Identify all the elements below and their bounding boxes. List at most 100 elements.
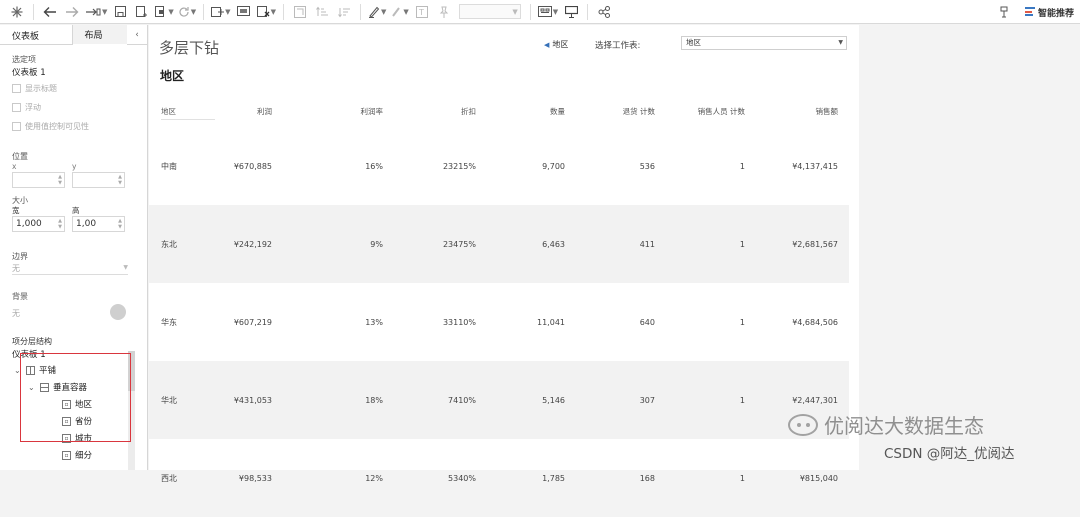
toolbar: ▼ ▼ ▼ ▼ ▼ ▼ ▼ T ▼ ▼ 智能推荐 <box>0 0 1080 24</box>
column-header[interactable]: 退货 计数 <box>623 106 655 117</box>
table-cell: ¥431,053 <box>233 395 272 405</box>
background-dropdown[interactable]: 无 <box>12 308 104 320</box>
presentation-mode-icon[interactable] <box>562 1 580 23</box>
labels-icon[interactable]: T <box>413 1 431 23</box>
sheet-title: 地区 <box>160 69 185 83</box>
checkbox-box[interactable] <box>12 122 21 131</box>
background-color-swatch[interactable] <box>110 304 126 320</box>
border-value: 无 <box>12 264 20 273</box>
table-cell: 12% <box>365 473 383 483</box>
watermark: 优阅达大数据生态 <box>788 410 984 439</box>
tab-layout[interactable]: 布局 <box>72 25 128 45</box>
wechat-logo-icon <box>788 413 818 436</box>
toolbar-divider <box>359 3 361 20</box>
checkbox-label: 显示标题 <box>25 84 57 93</box>
table-row[interactable]: 中南 ¥670,885 16% 23215% 9,700 536 1 ¥4,137,415 <box>149 127 849 205</box>
column-header[interactable]: 折扣 <box>461 106 476 117</box>
height-stepper[interactable]: 1,00 ▲ ▼ <box>72 216 125 232</box>
table-row[interactable]: 东北 ¥242,192 9% 23475% 6,463 411 1 ¥2,681,567 <box>149 205 849 283</box>
column-header[interactable]: 地区 <box>161 106 176 117</box>
sort-ascending-icon[interactable] <box>313 1 331 23</box>
present-icon[interactable] <box>235 1 253 23</box>
table-cell: ¥815,040 <box>799 473 838 483</box>
floating-checkbox[interactable]: 浮动 <box>12 102 41 113</box>
undo-icon[interactable] <box>41 1 59 23</box>
clear-sheet-icon[interactable]: ▼ <box>256 1 276 23</box>
new-sheet-icon[interactable] <box>133 1 151 23</box>
y-label: y <box>72 162 77 171</box>
drill-back-button[interactable]: ◀ 地区 <box>544 39 568 50</box>
table-row[interactable]: 西北 ¥98,533 12% 5340% 1,785 168 1 ¥815,040 <box>149 439 849 517</box>
show-title-checkbox[interactable]: 显示标题 <box>12 83 57 94</box>
new-worksheet-icon[interactable]: ▼ <box>211 1 231 23</box>
sort-descending-icon[interactable] <box>335 1 353 23</box>
checkbox-label: 浮动 <box>25 103 41 112</box>
column-header[interactable]: 销售额 <box>816 106 839 117</box>
stepper-arrows-icon[interactable]: ▲ ▼ <box>118 174 122 186</box>
control-visibility-checkbox[interactable]: 使用值控制可见性 <box>12 121 89 132</box>
group-icon[interactable]: ▼ <box>390 1 409 23</box>
save-icon[interactable] <box>111 1 129 23</box>
table-cell[interactable]: 西北 <box>161 473 177 484</box>
table-cell: ¥242,192 <box>233 239 272 249</box>
width-label: 宽 <box>12 206 20 215</box>
stepper-arrows-icon[interactable]: ▲ ▼ <box>58 174 62 186</box>
redo-icon[interactable] <box>63 1 81 23</box>
width-stepper[interactable]: 1,000 ▲ ▼ <box>12 216 65 232</box>
table-cell: 1 <box>739 317 745 327</box>
share-icon[interactable] <box>595 1 613 23</box>
toolbar-divider <box>33 3 34 20</box>
checkbox-box[interactable] <box>12 84 21 93</box>
table-cell: ¥670,885 <box>233 161 272 171</box>
chevron-down-icon: ▼ <box>512 7 518 16</box>
selected-item-value: 仪表板 1 <box>12 68 46 78</box>
pin-icon[interactable] <box>435 1 453 23</box>
table-cell: 1,785 <box>542 473 565 483</box>
checkbox-box[interactable] <box>12 103 21 112</box>
duplicate-sheet-icon[interactable]: ▼ <box>155 1 174 23</box>
height-value: 1,00 <box>76 219 97 229</box>
table-cell: 23215% <box>442 161 476 171</box>
x-stepper[interactable]: ▲ ▼ <box>12 172 65 188</box>
stepper-arrows-icon[interactable]: ▲ ▼ <box>58 218 62 230</box>
table-cell: ¥4,684,506 <box>792 317 838 327</box>
highlighter-icon[interactable] <box>995 1 1013 23</box>
table-cell[interactable]: 华东 <box>161 317 177 328</box>
column-header[interactable]: 利润 <box>257 106 272 117</box>
swap-axes-icon[interactable] <box>291 1 309 23</box>
show-me-label: 智能推荐 <box>1037 8 1074 19</box>
tableau-logo-icon[interactable] <box>8 1 26 23</box>
table-cell: 9% <box>370 239 383 249</box>
worksheet-icon: ▫ <box>62 450 71 460</box>
fit-select[interactable]: ▼ <box>458 4 521 19</box>
table-cell: 18% <box>365 395 383 405</box>
column-header[interactable]: 数量 <box>550 106 565 117</box>
table-cell[interactable]: 华北 <box>161 395 177 406</box>
table-cell: 1 <box>739 395 745 405</box>
column-header[interactable]: 利润率 <box>361 106 384 117</box>
y-stepper[interactable]: ▲ ▼ <box>72 172 125 188</box>
csdn-watermark: CSDN @阿达_优阅达 <box>884 446 1015 462</box>
worksheet-select[interactable]: 地区 ▼ <box>681 36 847 50</box>
stepper-arrows-icon[interactable]: ▲ ▼ <box>118 218 122 230</box>
collapse-panel-icon[interactable]: ‹ <box>127 25 147 44</box>
chevron-down-icon: ▼ <box>123 264 128 271</box>
show-cards-icon[interactable]: ▼ <box>537 1 558 23</box>
table-cell[interactable]: 东北 <box>161 239 177 250</box>
show-me-button[interactable]: 智能推荐 <box>1024 6 1074 19</box>
back-triangle-icon: ◀ <box>544 40 550 49</box>
table-cell: 307 <box>639 395 655 405</box>
tree-item-sheet[interactable]: ▫ 细分 <box>62 449 92 461</box>
checkbox-label: 使用值控制可见性 <box>25 122 89 131</box>
table-cell: 16% <box>365 161 383 171</box>
border-dropdown[interactable]: 无 ▼ <box>12 263 128 275</box>
highlight-icon[interactable]: ▼ <box>368 1 386 23</box>
column-header[interactable]: 销售人员 计数 <box>698 106 745 117</box>
table-row[interactable]: 华东 ¥607,219 13% 33110% 11,041 640 1 ¥4,684,506 <box>149 283 849 361</box>
tab-dashboard[interactable]: 仪表板 <box>0 25 73 45</box>
refresh-icon[interactable]: ▼ <box>178 1 196 23</box>
table-cell[interactable]: 中南 <box>161 161 177 172</box>
data-source-icon[interactable]: ▼ <box>85 1 107 23</box>
table-row[interactable]: 华北 ¥431,053 18% 7410% 5,146 307 1 ¥2,447,301 <box>149 361 849 439</box>
border-label: 边界 <box>12 252 28 261</box>
